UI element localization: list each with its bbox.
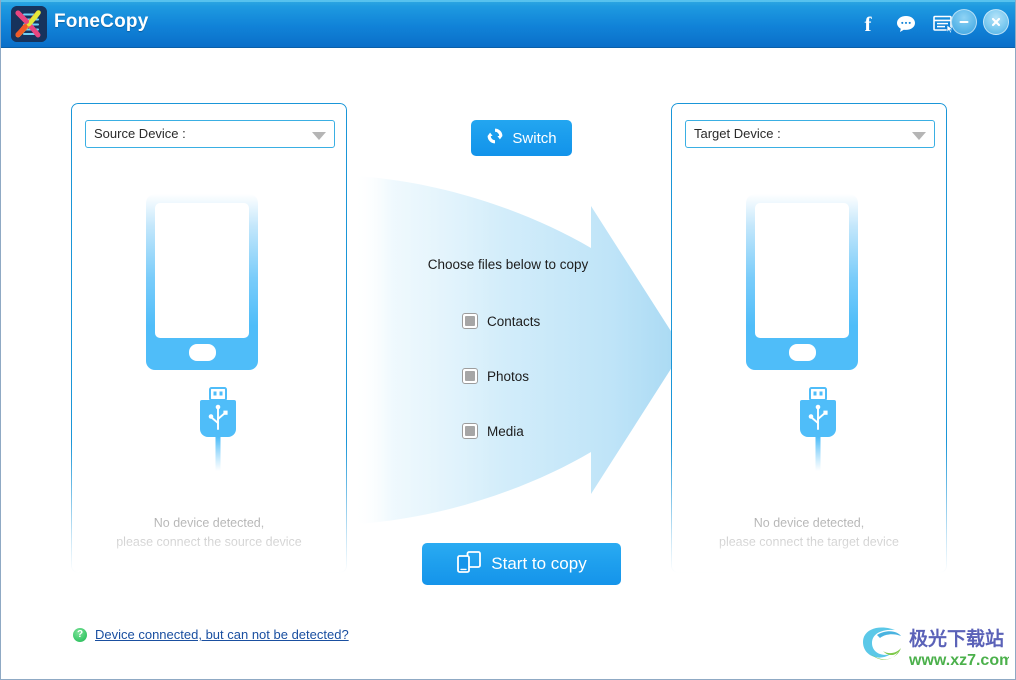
checkbox-photos[interactable]	[462, 368, 478, 384]
source-status-line-2: please connect the source device	[116, 535, 302, 549]
question-mark-icon: ?	[73, 627, 87, 642]
app-title: FoneCopy	[54, 11, 149, 32]
switch-button[interactable]: Switch	[471, 120, 572, 156]
checkbox-label-photos: Photos	[487, 368, 530, 384]
minimize-button[interactable]	[951, 9, 977, 35]
svg-text:极光下载站: 极光下载站	[909, 627, 1004, 650]
target-phone-icon	[744, 192, 860, 372]
feedback-chat-icon[interactable]	[895, 13, 917, 35]
close-button[interactable]	[983, 9, 1009, 35]
choose-files-label: Choose files below to copy	[427, 257, 589, 272]
checkbox-contacts[interactable]	[462, 313, 478, 329]
target-device-select[interactable]: Target Device :	[685, 120, 935, 148]
window-controls	[951, 9, 1009, 35]
source-phone-icon	[144, 192, 260, 372]
device-not-detected-link[interactable]: ? Device connected, but can not be detec…	[73, 627, 349, 642]
checkbox-label-contacts: Contacts	[487, 313, 541, 329]
target-status-line-2: please connect the target device	[719, 535, 899, 549]
site-watermark: 极光下载站 www.xz7.com	[857, 620, 1013, 672]
refresh-sync-icon	[486, 127, 504, 149]
checkbox-label-media: Media	[487, 423, 524, 439]
facebook-icon[interactable]: f	[857, 13, 879, 35]
source-device-panel: Source Device : No device detected, plea…	[71, 103, 347, 573]
titlebar-icon-group: f	[857, 0, 955, 48]
title-bar: FoneCopy f	[1, 0, 1015, 48]
file-type-checkbox-group: Contacts Photos Media	[462, 313, 540, 439]
checkbox-media[interactable]	[462, 423, 478, 439]
fonecopy-window: FoneCopy f Source Device: No device det…	[0, 0, 1016, 680]
target-device-select-label: Target Device :	[694, 126, 781, 141]
facebook-glyph: f	[864, 12, 872, 36]
start-to-copy-label: Start to copy	[491, 554, 587, 573]
target-device-panel: Target Device : No device detected, plea…	[671, 103, 947, 573]
device-not-detected-label: Device connected, but can not be detecte…	[95, 627, 349, 642]
target-usb-icon	[794, 387, 842, 473]
target-status-line-1: No device detected,	[753, 516, 865, 530]
source-status-line-1: No device detected,	[153, 516, 265, 530]
chevron-down-icon	[912, 132, 926, 140]
switch-button-label: Switch	[512, 129, 557, 147]
two-devices-icon	[456, 550, 482, 579]
app-logo-icon	[11, 6, 47, 42]
source-device-status: No device detected, please connect the s…	[72, 514, 346, 552]
chevron-down-icon	[312, 132, 326, 140]
checkbox-row-contacts[interactable]: Contacts	[462, 313, 540, 329]
source-device-select-label: Source Device :	[94, 126, 186, 141]
target-device-status: No device detected, please connect the t…	[672, 514, 946, 552]
source-usb-icon	[194, 387, 242, 473]
checkbox-row-photos[interactable]: Photos	[462, 368, 540, 384]
checkbox-row-media[interactable]: Media	[462, 423, 540, 439]
svg-text:www.xz7.com: www.xz7.com	[908, 652, 1009, 669]
start-to-copy-button[interactable]: Start to copy	[422, 543, 621, 585]
source-device-select[interactable]: Source Device :	[85, 120, 335, 148]
